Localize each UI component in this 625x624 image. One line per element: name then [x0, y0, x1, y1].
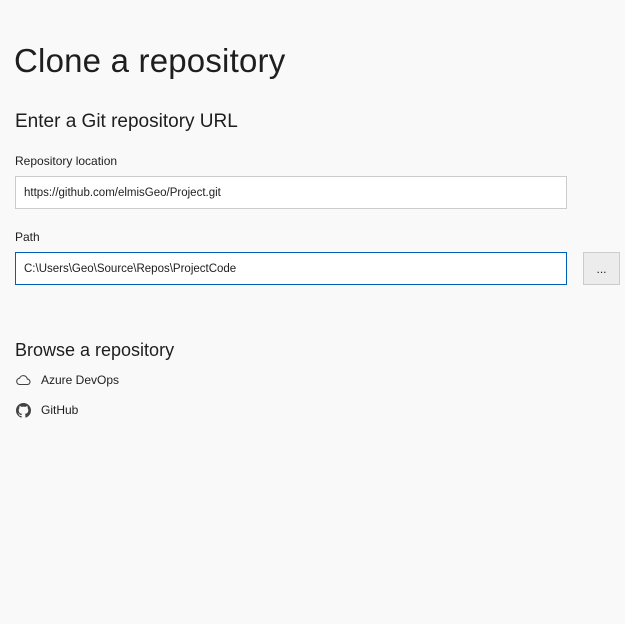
github-icon	[15, 402, 31, 418]
browse-repository-heading: Browse a repository	[15, 340, 175, 360]
cloud-icon	[15, 372, 31, 388]
page-title: Clone a repository	[14, 42, 286, 79]
provider-github[interactable]: GitHub	[15, 400, 78, 420]
path-input[interactable]	[15, 252, 567, 285]
repository-location-input[interactable]	[15, 176, 567, 209]
path-label: Path	[15, 230, 40, 244]
page-subtitle: Enter a Git repository URL	[15, 111, 238, 132]
clone-repository-page: Clone a repository Enter a Git repositor…	[0, 0, 625, 624]
provider-azure-devops[interactable]: Azure DevOps	[15, 370, 119, 390]
provider-label: Azure DevOps	[41, 373, 120, 387]
repository-location-label: Repository location	[15, 154, 118, 168]
browse-path-button[interactable]: ...	[583, 252, 620, 285]
provider-label: GitHub	[41, 403, 79, 417]
